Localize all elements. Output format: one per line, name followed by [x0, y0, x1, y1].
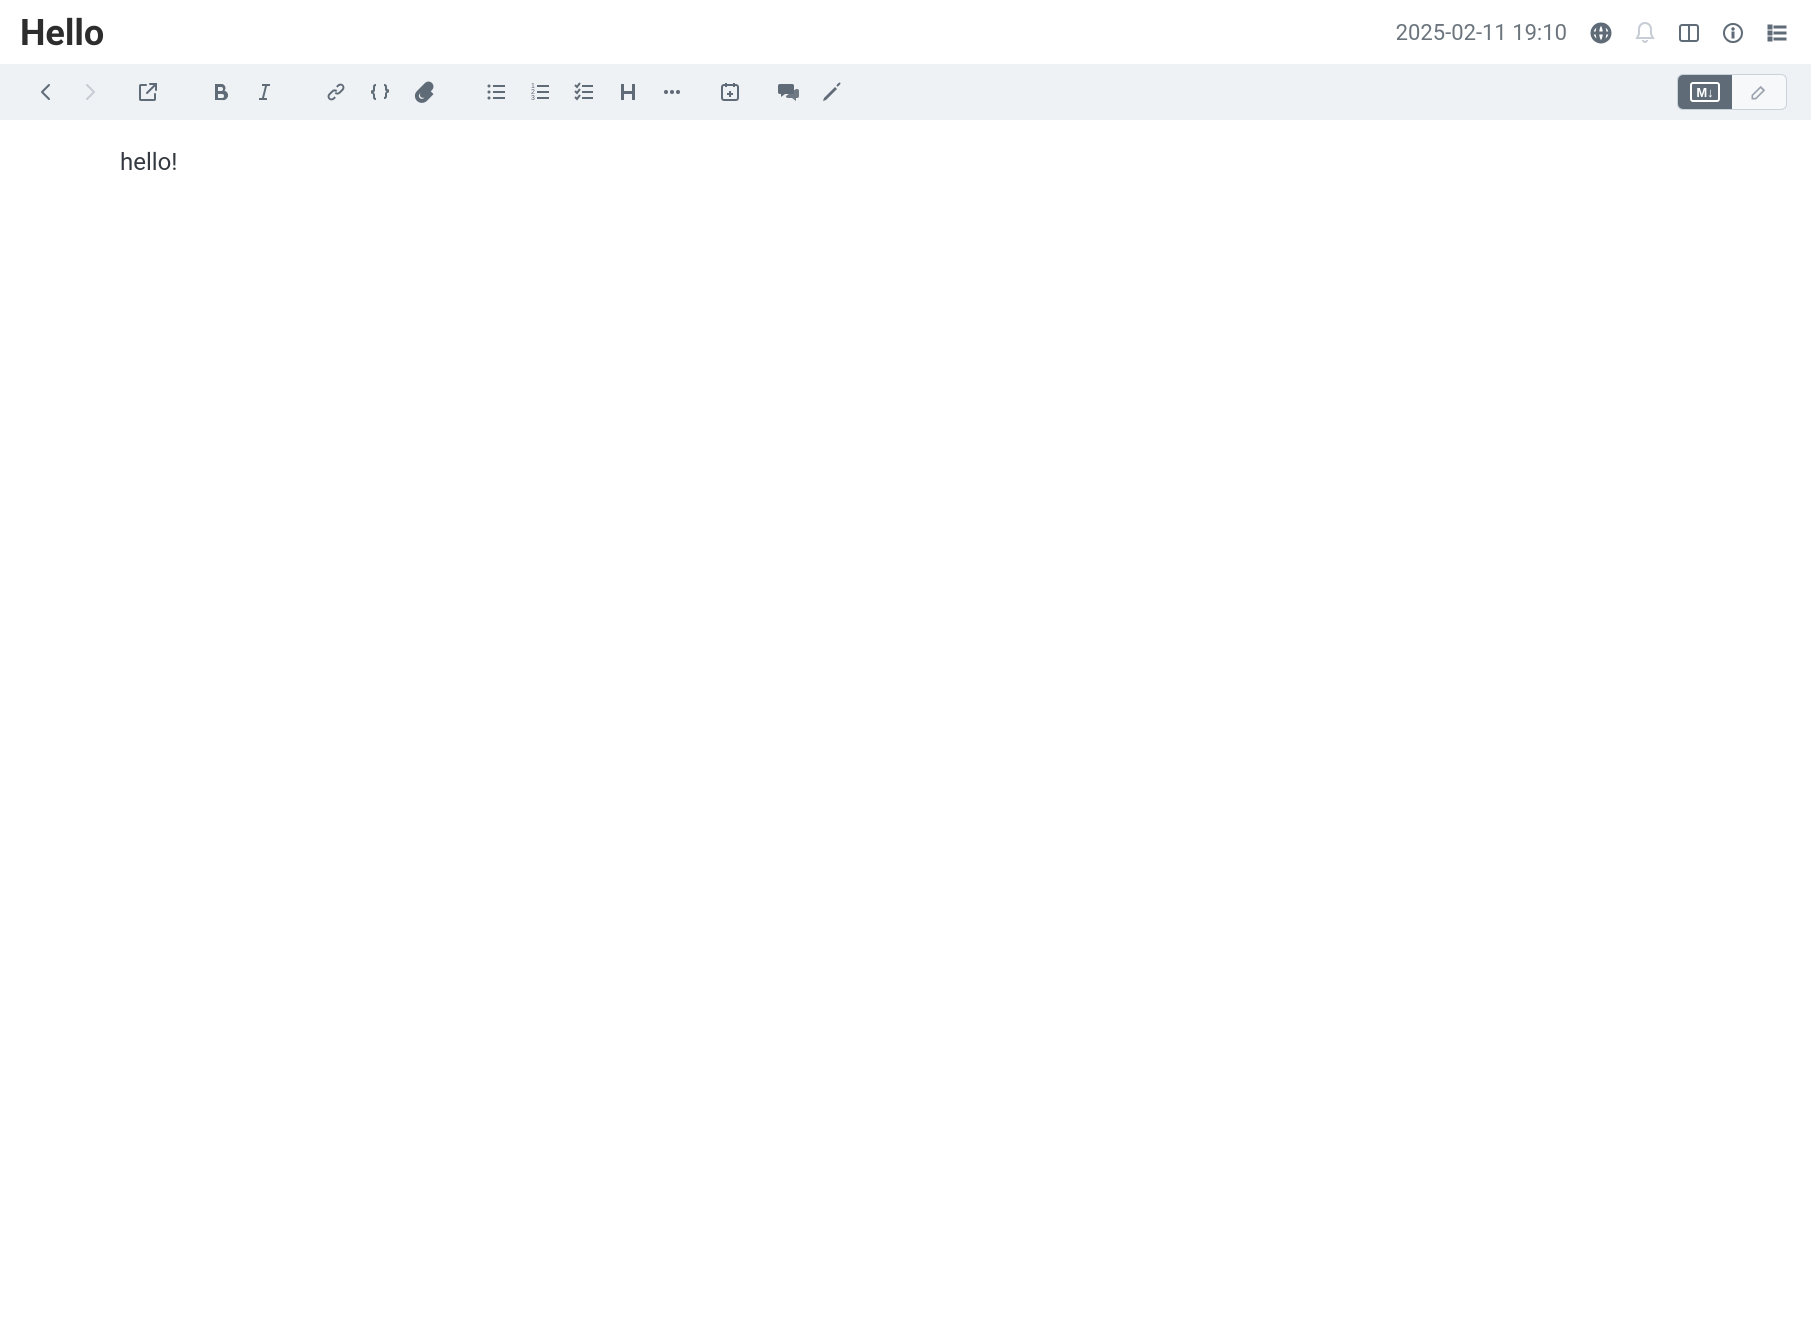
split-view-icon[interactable] — [1675, 19, 1703, 47]
toolbar: 123 M↓ — [0, 64, 1811, 120]
header: Hello 2025-02-11 19:10 — [0, 0, 1811, 64]
markdown-icon: M↓ — [1690, 82, 1720, 102]
header-right: 2025-02-11 19:10 — [1396, 19, 1791, 47]
page-title: Hello — [20, 12, 104, 54]
nav-back-button[interactable] — [24, 72, 68, 112]
info-icon[interactable] — [1719, 19, 1747, 47]
comments-button[interactable] — [766, 72, 810, 112]
nav-forward-button[interactable] — [68, 72, 112, 112]
attachment-button[interactable] — [402, 72, 446, 112]
body-text: hello! — [120, 148, 1771, 176]
bold-button[interactable] — [198, 72, 242, 112]
language-icon[interactable] — [1587, 19, 1615, 47]
timestamp: 2025-02-11 19:10 — [1396, 21, 1567, 46]
task-list-button[interactable] — [562, 72, 606, 112]
italic-button[interactable] — [242, 72, 286, 112]
more-button[interactable] — [650, 72, 694, 112]
link-button[interactable] — [314, 72, 358, 112]
bullet-list-button[interactable] — [474, 72, 518, 112]
mode-edit-button[interactable] — [1732, 75, 1786, 109]
mode-markdown-button[interactable]: M↓ — [1678, 75, 1732, 109]
view-mode-toggle: M↓ — [1677, 74, 1787, 110]
heading-button[interactable] — [606, 72, 650, 112]
toolbar-right: M↓ — [1677, 74, 1787, 110]
external-link-button[interactable] — [126, 72, 170, 112]
content-area[interactable]: hello! — [0, 120, 1811, 204]
calendar-plus-button[interactable] — [708, 72, 752, 112]
ordered-list-button[interactable]: 123 — [518, 72, 562, 112]
code-braces-button[interactable] — [358, 72, 402, 112]
svg-text:3: 3 — [531, 95, 535, 102]
outline-icon[interactable] — [1763, 19, 1791, 47]
bell-icon[interactable] — [1631, 19, 1659, 47]
highlighter-button[interactable] — [810, 72, 854, 112]
